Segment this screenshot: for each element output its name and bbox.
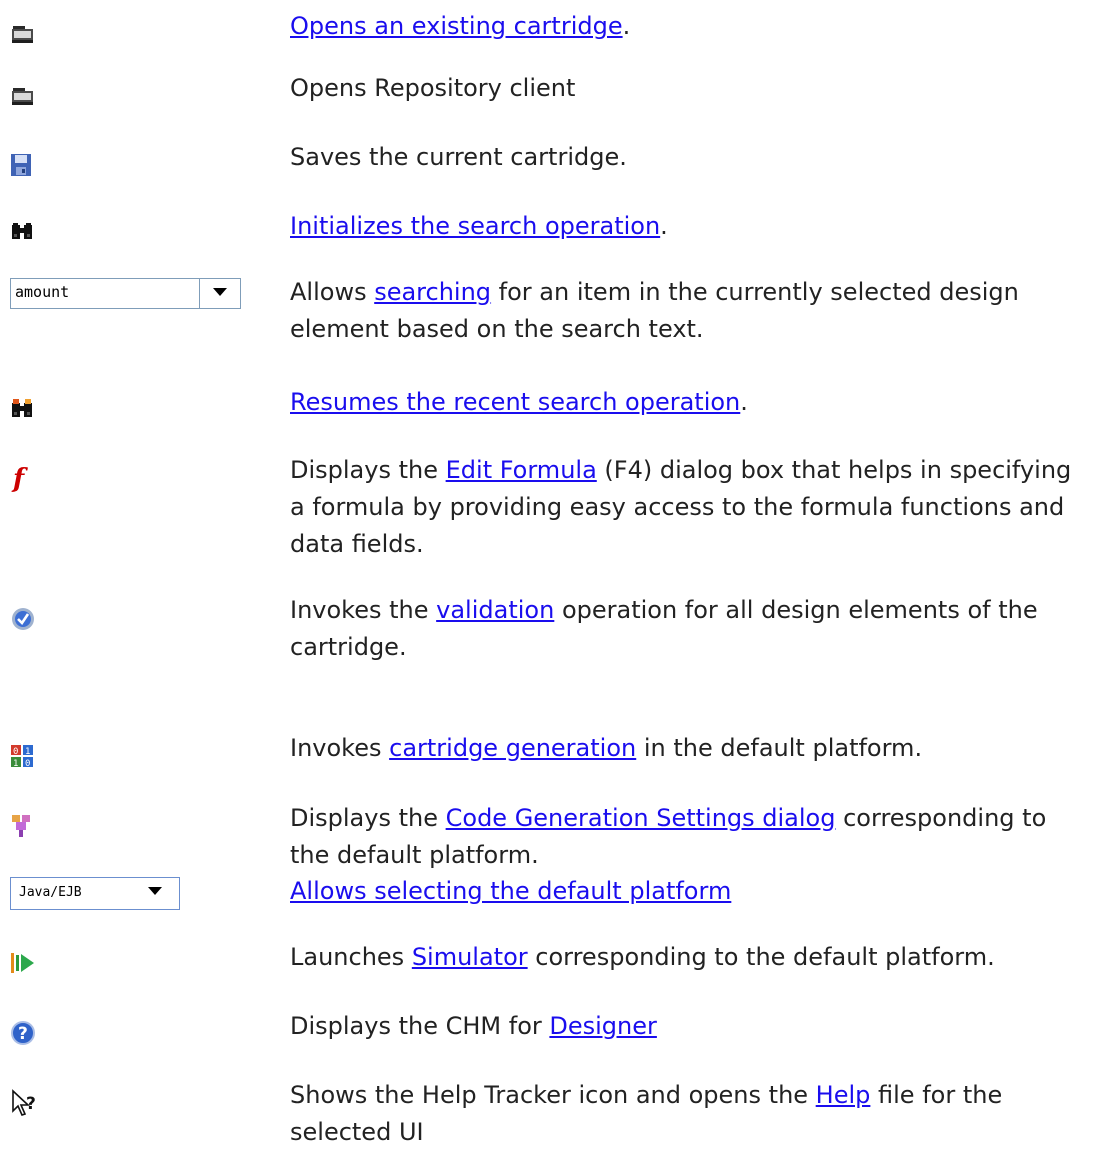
svg-text:f: f — [11, 466, 28, 492]
description-text: Launches — [290, 943, 412, 971]
svg-text:0: 0 — [25, 759, 30, 768]
description-text: . — [740, 388, 748, 416]
description-text: in the default platform. — [636, 734, 923, 762]
row-description: Displays the Edit Formula (F4) dialog bo… — [290, 452, 1090, 563]
description-text: Shows the Help Tracker icon and opens th… — [290, 1081, 816, 1109]
search-text-combobox[interactable]: amount — [10, 278, 241, 309]
code-gen-settings-icon — [10, 814, 32, 842]
default-platform-combobox[interactable]: Java/EJB — [10, 877, 180, 910]
description-text: Invokes — [290, 734, 390, 762]
row-description: Invokes cartridge generation in the defa… — [290, 730, 1090, 767]
description-text: Displays the CHM for — [290, 1012, 550, 1040]
description-link[interactable]: Code Generation Settings dialog — [446, 804, 836, 832]
description-link[interactable]: Simulator — [412, 943, 528, 971]
row-description: Resumes the recent search operation. — [290, 384, 1090, 421]
row-description: Opens Repository client — [290, 70, 1090, 107]
description-link[interactable]: Help — [816, 1081, 871, 1109]
description-link[interactable]: Resumes the recent search operation — [290, 388, 740, 416]
row-description: Saves the current cartridge. — [290, 139, 1090, 176]
chevron-down-icon[interactable] — [135, 878, 179, 909]
description-link[interactable]: Allows selecting the default platform — [290, 877, 731, 905]
row-description: Initializes the search operation. — [290, 208, 1090, 245]
row-description: Invokes the validation operation for all… — [290, 592, 1090, 666]
row-description: Displays the Code Generation Settings di… — [290, 800, 1090, 874]
row-description: Opens an existing cartridge. — [290, 8, 1090, 45]
description-text: Saves the current cartridge. — [290, 143, 627, 171]
svg-text:1: 1 — [25, 747, 30, 757]
description-text: . — [622, 12, 631, 40]
description-text: Opens Repository client — [290, 74, 576, 102]
help-tracker-icon: ? — [10, 1089, 40, 1121]
description-text: Displays the — [290, 456, 446, 484]
search-text-value: amount — [15, 283, 70, 301]
row-description: Shows the Help Tracker icon and opens th… — [290, 1077, 1090, 1151]
description-link[interactable]: Initializes the search operation — [290, 212, 660, 240]
description-text: Allows — [290, 278, 375, 306]
row-description: Displays the CHM for Designer — [290, 1008, 1090, 1045]
binoculars-icon — [10, 222, 34, 246]
svg-text:?: ? — [18, 1024, 28, 1044]
svg-text:?: ? — [26, 1094, 36, 1114]
generate-binary-icon: 0110 — [10, 744, 34, 772]
description-text: corresponding to the default platform. — [527, 943, 995, 971]
help-question-icon: ? — [10, 1020, 36, 1050]
binoculars-resume-icon — [10, 398, 34, 424]
description-link[interactable]: Edit Formula — [446, 456, 597, 484]
description-link[interactable]: Designer — [549, 1012, 657, 1040]
svg-text:1: 1 — [13, 759, 18, 768]
description-link[interactable]: validation — [436, 596, 554, 624]
open-folder-icon — [10, 84, 36, 110]
row-description: Allows selecting the default platform — [290, 873, 1090, 910]
open-folder-icon — [10, 22, 36, 48]
validate-check-icon — [10, 606, 36, 636]
row-description: Launches Simulator corresponding to the … — [290, 939, 1090, 976]
row-description: Allows searching for an item in the curr… — [290, 274, 1090, 348]
platform-value: Java/EJB — [19, 885, 82, 900]
description-text: Invokes the — [290, 596, 437, 624]
chevron-down-icon[interactable] — [199, 279, 240, 308]
svg-text:0: 0 — [13, 747, 18, 757]
description-text: . — [660, 212, 668, 240]
save-disk-icon — [10, 153, 32, 181]
description-text: Displays the — [290, 804, 446, 832]
description-link[interactable]: cartridge generation — [389, 734, 636, 762]
simulator-launch-icon — [10, 951, 36, 979]
description-link[interactable]: searching — [374, 278, 491, 306]
formula-icon: f — [10, 464, 36, 496]
description-link[interactable]: Opens an existing cartridge — [290, 12, 623, 40]
